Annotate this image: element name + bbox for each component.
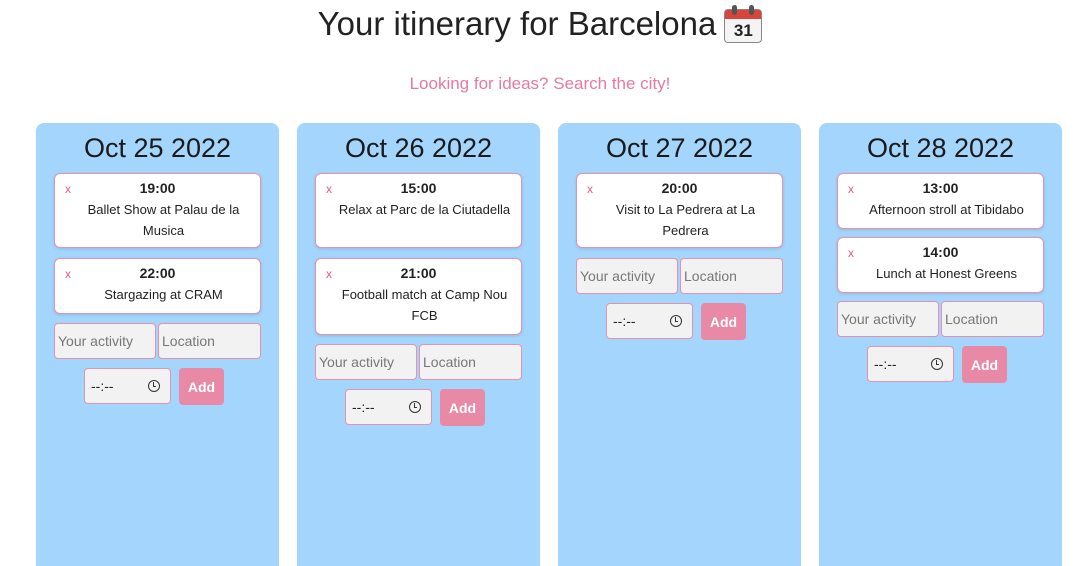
itinerary-page: Your itinerary for Barcelona 31 Looking … bbox=[0, 0, 1080, 566]
page-title-text: Your itinerary for Barcelona bbox=[317, 5, 717, 42]
event-time: 21:00 bbox=[400, 265, 437, 281]
day-date: Oct 25 2022 bbox=[83, 133, 232, 163]
event-title: Relax at Parc de la Ciutadella bbox=[338, 202, 511, 217]
event-title: Football match at Camp Nou FCB bbox=[341, 287, 508, 323]
day-card: Oct 28 2022 x 13:00 Afternoon stroll at … bbox=[819, 123, 1062, 566]
time-input[interactable]: --:-- bbox=[867, 346, 954, 382]
add-activity-button[interactable]: Add bbox=[701, 303, 746, 340]
event-title: Ballet Show at Palau de la Musica bbox=[87, 202, 240, 238]
day-date: Oct 27 2022 bbox=[605, 133, 754, 163]
time-input[interactable]: --:-- bbox=[606, 303, 693, 339]
time-input-value: --:-- bbox=[874, 356, 897, 372]
activity-input[interactable]: Your activity bbox=[315, 344, 417, 380]
event-time: 15:00 bbox=[400, 180, 437, 196]
time-input-value: --:-- bbox=[613, 313, 636, 329]
event-title: Afternoon stroll at Tibidabo bbox=[869, 202, 1024, 217]
location-input[interactable]: Location bbox=[419, 344, 522, 380]
event-card: x 20:00 Visit to La Pedrera at La Pedrer… bbox=[576, 173, 783, 248]
event-title: Lunch at Honest Greens bbox=[876, 266, 1017, 281]
location-input[interactable]: Location bbox=[941, 301, 1044, 337]
clock-icon[interactable] bbox=[409, 401, 421, 413]
calendar-icon-number: 31 bbox=[724, 19, 763, 43]
event-card: x 13:00 Afternoon stroll at Tibidabo bbox=[837, 173, 1044, 229]
event-card: x 14:00 Lunch at Honest Greens bbox=[837, 237, 1044, 293]
clock-icon[interactable] bbox=[670, 315, 682, 327]
event-title: Stargazing at CRAM bbox=[104, 287, 223, 302]
event-time: 13:00 bbox=[922, 180, 959, 196]
add-activity-button[interactable]: Add bbox=[440, 389, 485, 426]
day-card: Oct 27 2022 x 20:00 Visit to La Pedrera … bbox=[558, 123, 801, 566]
event-time: 22:00 bbox=[139, 265, 176, 281]
search-city-link[interactable]: Looking for ideas? Search the city! bbox=[0, 74, 1080, 94]
clock-icon[interactable] bbox=[931, 358, 943, 370]
activity-input[interactable]: Your activity bbox=[576, 258, 678, 294]
day-card: Oct 25 2022 x 19:00 Ballet Show at Palau… bbox=[36, 123, 279, 566]
add-activity-button[interactable]: Add bbox=[962, 346, 1007, 383]
location-input[interactable]: Location bbox=[158, 323, 261, 359]
event-card: x 19:00 Ballet Show at Palau de la Music… bbox=[54, 173, 261, 248]
event-time: 14:00 bbox=[922, 244, 959, 260]
event-title: Visit to La Pedrera at La Pedrera bbox=[615, 202, 756, 238]
add-activity-button[interactable]: Add bbox=[179, 368, 224, 405]
event-card: x 22:00 Stargazing at CRAM bbox=[54, 258, 261, 314]
calendar-icon: 31 bbox=[724, 5, 763, 43]
day-date: Oct 28 2022 bbox=[866, 133, 1015, 163]
event-time: 19:00 bbox=[139, 180, 176, 196]
activity-input[interactable]: Your activity bbox=[54, 323, 156, 359]
day-date: Oct 26 2022 bbox=[344, 133, 493, 163]
clock-icon[interactable] bbox=[148, 380, 160, 392]
activity-input[interactable]: Your activity bbox=[837, 301, 939, 337]
event-card: x 21:00 Football match at Camp Nou FCB bbox=[315, 258, 522, 335]
day-card: Oct 26 2022 x 15:00 Relax at Parc de la … bbox=[297, 123, 540, 566]
time-input-value: --:-- bbox=[91, 378, 114, 394]
event-time: 20:00 bbox=[661, 180, 698, 196]
time-input[interactable]: --:-- bbox=[84, 368, 171, 404]
page-title: Your itinerary for Barcelona 31 bbox=[0, 0, 1080, 48]
time-input[interactable]: --:-- bbox=[345, 389, 432, 425]
event-card: x 15:00 Relax at Parc de la Ciutadella bbox=[315, 173, 522, 248]
location-input[interactable]: Location bbox=[680, 258, 783, 294]
time-input-value: --:-- bbox=[352, 399, 375, 415]
